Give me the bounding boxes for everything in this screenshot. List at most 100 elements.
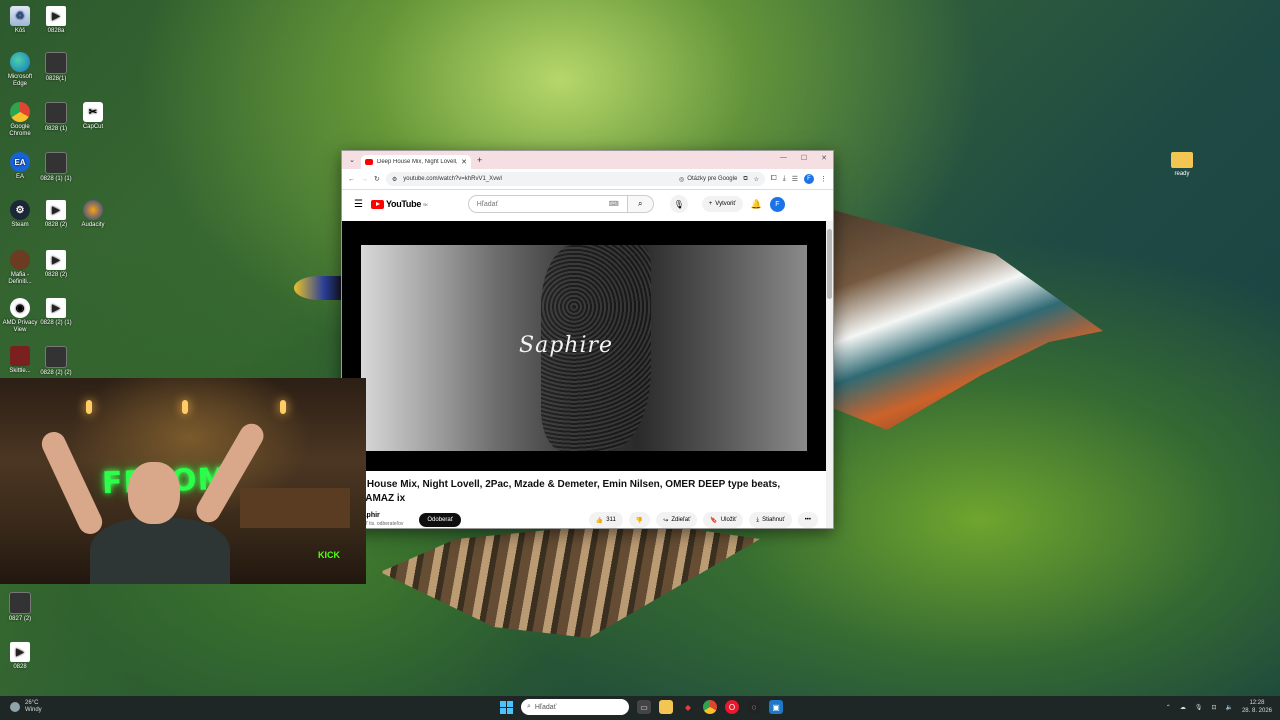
amd-privacy-view-icon: ◉ xyxy=(10,298,30,318)
video-player[interactable]: Saphire xyxy=(342,221,826,471)
dislike-button[interactable]: 👎 xyxy=(628,512,651,528)
google-questions-chip[interactable]: ◎ Otázky pre Google xyxy=(679,176,737,183)
extensions-icon[interactable]: ⧠ xyxy=(771,175,777,183)
desktop-icon-file[interactable]: ▶ 0828 xyxy=(0,642,40,671)
desktop-icon-file[interactable]: 0828 (1) xyxy=(36,102,76,133)
desktop-icon-chrome[interactable]: Google Chrome xyxy=(0,102,40,138)
back-icon[interactable]: ← xyxy=(348,176,355,183)
like-button[interactable]: 👍 311 xyxy=(588,512,623,528)
streamer-figure xyxy=(37,419,268,584)
mafia-game-icon xyxy=(10,250,30,270)
taskbar-search[interactable]: ⌕ Hľadať xyxy=(521,699,629,715)
youtube-search-button[interactable]: ⌕ xyxy=(627,195,654,213)
video-file-icon: ▶ xyxy=(46,298,66,318)
desktop-icon-steam[interactable]: ⚙ Steam xyxy=(0,200,40,229)
subscribe-button[interactable]: Odoberať xyxy=(419,513,461,527)
scrollbar-thumb[interactable] xyxy=(827,229,832,299)
tab-search-button[interactable]: ⌄ xyxy=(346,154,358,166)
desktop-icon-mafia[interactable]: Mafia - Definiti... xyxy=(0,250,40,286)
share-button[interactable]: ↪ Zdieľať xyxy=(656,512,698,528)
video-brand-text: Saphire xyxy=(519,333,614,358)
wifi-icon[interactable]: ⊡ xyxy=(1211,704,1216,711)
download-icon[interactable]: ⤓ xyxy=(783,175,786,183)
menu-hamburger-icon[interactable]: ☰ xyxy=(354,199,363,210)
download-arrow-icon: ⤓ xyxy=(756,516,760,523)
new-tab-button[interactable]: + xyxy=(477,155,482,165)
desktop-icon-file[interactable]: 0828 (1) (1) xyxy=(36,152,76,183)
chrome-taskbar-icon[interactable] xyxy=(703,700,717,714)
desktop-icon-ea[interactable]: EA EA xyxy=(0,152,40,181)
lamp-decoration xyxy=(182,400,188,414)
more-menu-icon[interactable]: ⋮ xyxy=(820,175,827,183)
game-icon xyxy=(10,346,30,366)
window-controls: — ☐ ✕ xyxy=(780,154,827,162)
red-app-icon[interactable]: ◆ xyxy=(681,700,695,714)
desktop-icon-audacity[interactable]: Audacity xyxy=(73,200,113,229)
lamp-decoration xyxy=(280,400,286,414)
tab-groups-icon[interactable]: ☰ xyxy=(792,175,798,183)
browser-titlebar: ⌄ Deep House Mix, Night Lovell, ✕ + — ☐ … xyxy=(342,151,833,169)
install-app-icon[interactable]: ⧉ xyxy=(743,176,747,183)
keyboard-icon[interactable]: ⌨ xyxy=(609,200,619,208)
task-view-icon[interactable]: ▭ xyxy=(637,700,651,714)
volume-icon[interactable]: 🔈 xyxy=(1225,704,1232,711)
file-explorer-icon[interactable] xyxy=(659,700,673,714)
desktop-icon-capcut[interactable]: ✂ CapCut xyxy=(73,102,113,131)
wallpaper-duck-tail xyxy=(380,528,760,638)
youtube-search-input[interactable]: Hľadať ⌨ xyxy=(467,195,628,213)
bookmark-star-icon[interactable]: ☆ xyxy=(754,176,759,183)
forward-icon[interactable]: → xyxy=(361,176,368,183)
microphone-tray-icon[interactable]: 🎙 xyxy=(1195,704,1203,711)
site-info-icon[interactable]: ⚙ xyxy=(392,176,397,183)
save-button[interactable]: 🔖 Uložiť xyxy=(703,512,744,528)
maximize-icon[interactable]: ☐ xyxy=(801,154,807,162)
desktop-icon-file[interactable]: ▶ 0828 (2) xyxy=(36,200,76,229)
youtube-play-icon xyxy=(370,199,384,209)
address-bar[interactable]: ⚙ youtube.com/watch?v=khRvV1_Xvwl ◎ Otázk… xyxy=(385,172,765,186)
tray-overflow-icon[interactable]: ⌃ xyxy=(1166,704,1171,711)
desktop-icon-file[interactable]: ▶ 0828a xyxy=(36,6,76,35)
minimize-icon[interactable]: — xyxy=(780,154,787,162)
youtube-logo[interactable]: YouTube SK xyxy=(370,199,428,209)
desktop-icon-game[interactable]: Skittle... xyxy=(0,346,40,375)
download-button[interactable]: ⤓ Stiahnuť xyxy=(749,512,792,528)
desktop-folder-ready[interactable]: ready xyxy=(1170,152,1194,177)
desktop-icon-edge[interactable]: Microsoft Edge xyxy=(0,52,40,88)
network-app-icon[interactable]: ☁ xyxy=(1180,704,1186,711)
page-scrollbar[interactable] xyxy=(826,221,833,528)
image-file-icon xyxy=(45,102,67,124)
tab-title: Deep House Mix, Night Lovell, xyxy=(377,159,458,165)
plus-icon: + xyxy=(708,201,713,207)
browser-tab-youtube[interactable]: Deep House Mix, Night Lovell, ✕ xyxy=(361,155,471,169)
webcam-overlay: FENOM KICK xyxy=(0,378,366,584)
desktop-icon-recycle-bin[interactable]: ♻ Kôš xyxy=(0,6,40,35)
profile-avatar[interactable]: F xyxy=(804,174,814,184)
desktop-icon-file[interactable]: 0828 (2) (2) xyxy=(36,346,76,377)
clock[interactable]: 12:28 28. 8. 2026 xyxy=(1242,699,1272,715)
video-title: p House Mix, Night Lovell, 2Pac, Mzade &… xyxy=(358,479,781,504)
close-icon[interactable]: ✕ xyxy=(821,154,827,162)
obs-icon[interactable]: ◌ xyxy=(747,700,761,714)
start-button[interactable] xyxy=(500,700,513,714)
capture-app-icon[interactable]: ▣ xyxy=(769,700,783,714)
browser-window: ⌄ Deep House Mix, Night Lovell, ✕ + — ☐ … xyxy=(341,150,834,529)
more-actions-button[interactable]: ••• xyxy=(797,512,818,528)
tab-close-icon[interactable]: ✕ xyxy=(461,158,467,166)
reload-icon[interactable]: ↻ xyxy=(374,175,380,183)
opera-icon[interactable]: O xyxy=(725,700,739,714)
desktop-icon-file[interactable]: 0827 (2) xyxy=(0,592,40,623)
wallpaper-duck-wing xyxy=(833,210,1103,430)
notifications-bell-icon[interactable]: 🔔 xyxy=(751,199,762,210)
capcut-icon: ✂ xyxy=(83,102,103,122)
desktop-icon-file[interactable]: ▶ 0828 (2) (1) xyxy=(36,298,76,327)
voice-search-button[interactable]: 🎙 xyxy=(669,195,688,213)
video-file-icon: ▶ xyxy=(46,250,66,270)
create-button[interactable]: + Vytvoriť xyxy=(701,196,743,212)
video-frame[interactable]: Saphire xyxy=(361,245,807,451)
youtube-avatar[interactable]: F xyxy=(769,196,785,212)
desktop-icon-amd-privacy-view[interactable]: ◉ AMD Privacy View xyxy=(0,298,40,334)
image-file-icon xyxy=(45,152,67,174)
desktop-icon-file[interactable]: 0828(1) xyxy=(36,52,76,83)
weather-widget[interactable]: 26°C Windy xyxy=(10,700,42,714)
desktop-icon-file[interactable]: ▶ 0828 (2) xyxy=(36,250,76,279)
